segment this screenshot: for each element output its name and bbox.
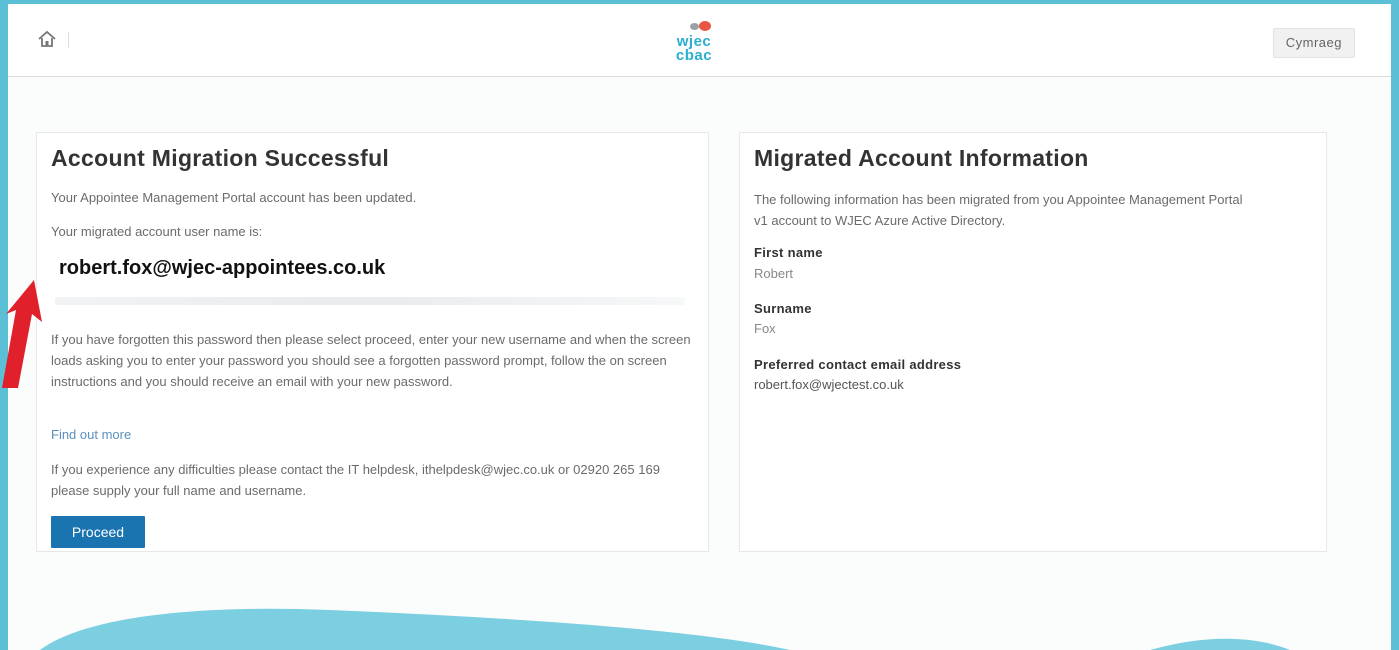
helpdesk-contact-text: If you experience any difficulties pleas… bbox=[51, 462, 660, 498]
logo-mark-red bbox=[699, 21, 711, 31]
decorative-wave bbox=[0, 608, 1290, 650]
account-updated-text: Your Appointee Management Portal account… bbox=[51, 190, 417, 205]
migrated-info-card: Migrated Account Information The followi… bbox=[739, 132, 1327, 552]
find-out-more-link[interactable]: Find out more bbox=[51, 424, 131, 445]
surname-label: Surname bbox=[754, 301, 812, 316]
username-intro-text: Your migrated account user name is: bbox=[51, 224, 263, 239]
first-name-label: First name bbox=[754, 245, 823, 260]
migrated-info-title: Migrated Account Information bbox=[754, 145, 1089, 171]
home-icon bbox=[38, 30, 56, 47]
surname-value: Fox bbox=[754, 321, 776, 336]
header-divider bbox=[68, 32, 69, 48]
migration-success-title: Account Migration Successful bbox=[51, 145, 390, 171]
logo-text-cbac: cbac bbox=[675, 47, 713, 64]
contact-email-label: Preferred contact email address bbox=[754, 357, 962, 372]
faded-text-line bbox=[55, 297, 685, 305]
first-name-value: Robert bbox=[754, 266, 794, 281]
home-button[interactable] bbox=[34, 26, 60, 52]
contact-email-value: robert.fox@wjectest.co.uk bbox=[754, 377, 904, 392]
top-header: wjec cbac Cymraeg bbox=[8, 4, 1391, 77]
migrated-info-intro: The following information has been migra… bbox=[754, 192, 1243, 228]
forgot-password-text: If you have forgotten this password then… bbox=[51, 332, 691, 389]
wjec-logo[interactable]: wjec cbac bbox=[664, 18, 724, 68]
red-arrow-icon bbox=[2, 280, 42, 388]
migration-success-card: Account Migration Successful Your Appoin… bbox=[36, 132, 709, 552]
language-toggle-button[interactable]: Cymraeg bbox=[1272, 28, 1355, 58]
logo-mark-grey bbox=[690, 23, 699, 30]
proceed-button[interactable]: Proceed bbox=[51, 516, 145, 548]
migrated-username: robert.fox@wjec-appointees.co.uk bbox=[59, 257, 386, 279]
